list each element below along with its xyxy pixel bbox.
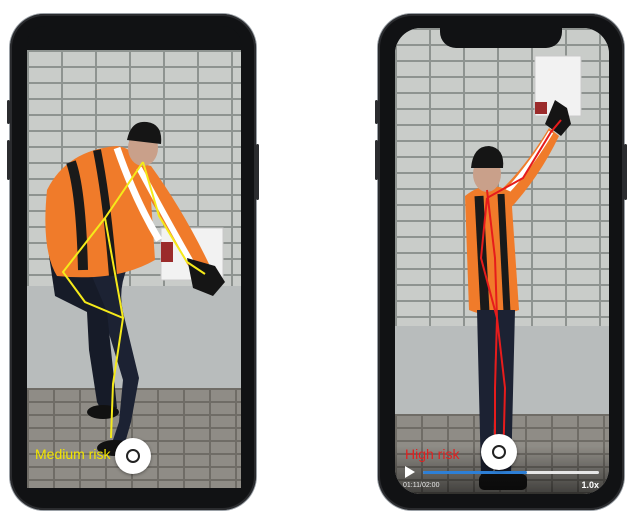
video-screen: 01:11/02:00 1.0x High risk — [395, 28, 609, 494]
video-screen: Medium risk — [27, 50, 241, 496]
side-button — [375, 140, 378, 180]
playback-speed-button[interactable]: 1.0x — [581, 480, 599, 490]
phone-notch — [440, 26, 562, 48]
camera-shutter-icon — [492, 445, 506, 459]
risk-level-label: Medium risk — [35, 446, 111, 462]
seek-progress — [423, 471, 527, 474]
camera-shutter-button[interactable] — [481, 434, 517, 470]
side-button — [375, 100, 378, 124]
side-button — [7, 100, 10, 124]
worker-figure — [45, 121, 225, 456]
right-phone: 01:11/02:00 1.0x High risk — [375, 14, 627, 510]
side-button — [624, 144, 627, 200]
camera-shutter-icon — [126, 449, 140, 463]
left-phone: Medium risk — [7, 14, 259, 510]
side-button — [256, 144, 259, 200]
play-icon[interactable] — [405, 466, 415, 478]
seek-bar[interactable] — [423, 471, 599, 474]
side-button — [7, 140, 10, 180]
camera-shutter-button[interactable] — [115, 438, 151, 474]
risk-level-label: High risk — [405, 446, 460, 462]
playback-time: 01:11/02:00 — [403, 482, 440, 489]
top-bezel — [27, 26, 241, 50]
worker-figure — [465, 55, 582, 490]
bottom-bar — [27, 488, 241, 496]
